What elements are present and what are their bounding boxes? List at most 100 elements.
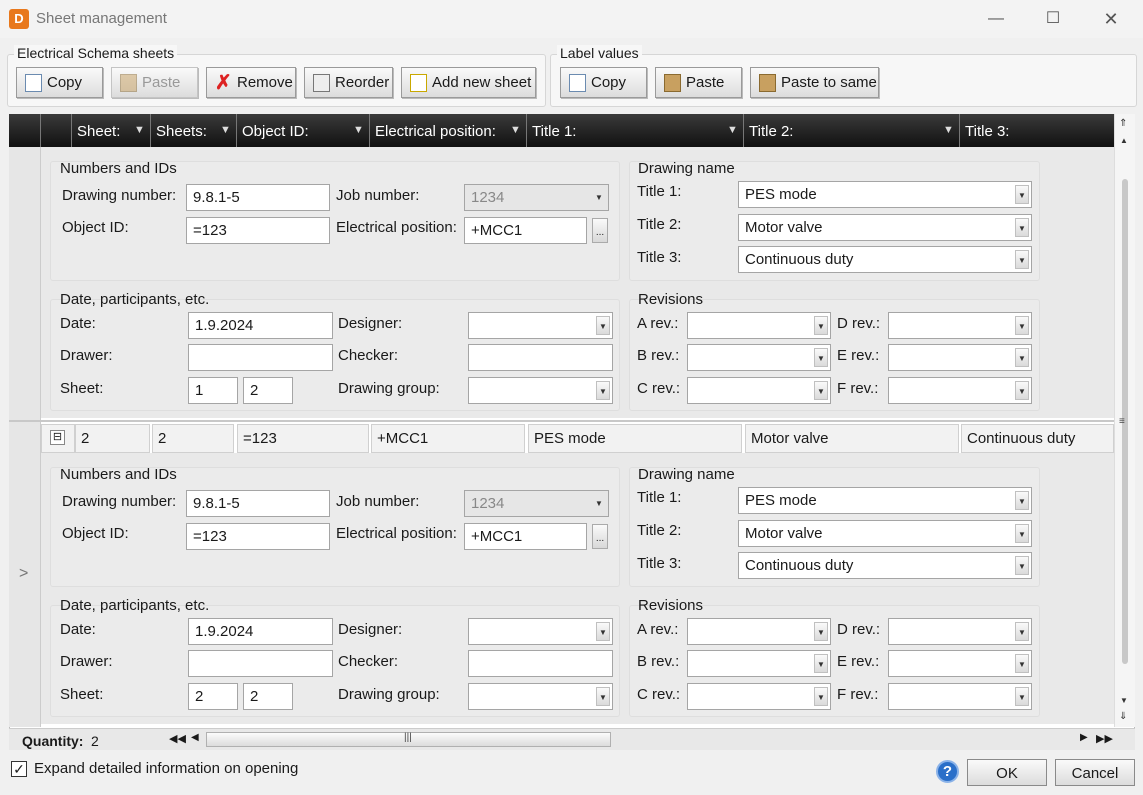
title2-select[interactable]: Motor valve ▼ xyxy=(738,520,1032,547)
paste-to-same-button[interactable]: Paste to same xyxy=(750,67,879,98)
ok-button[interactable]: OK xyxy=(967,759,1047,786)
scroll-last-icon[interactable]: ▶▶ xyxy=(1096,732,1113,745)
scroll-right-icon[interactable]: ▶ xyxy=(1080,732,1088,743)
chevron-down-icon[interactable]: ▼ xyxy=(814,687,828,706)
e-rev-select[interactable]: ▼ xyxy=(888,344,1032,371)
chevron-down-icon[interactable]: ▼ xyxy=(1015,218,1029,237)
scroll-bottom-icon[interactable]: ⇓ xyxy=(1119,711,1127,722)
browse-position-button[interactable]: ... xyxy=(592,218,608,243)
checker-input[interactable] xyxy=(468,650,613,677)
chevron-down-icon[interactable]: ▼ xyxy=(1015,687,1029,706)
chevron-down-icon[interactable]: ▼ xyxy=(596,381,610,400)
chevron-down-icon[interactable]: ▼ xyxy=(1015,622,1029,641)
designer-select[interactable]: ▼ xyxy=(468,312,613,339)
chevron-down-icon[interactable]: ▼ xyxy=(1015,556,1029,575)
chevron-down-icon[interactable]: ▼ xyxy=(1015,250,1029,269)
column-title2[interactable]: Title 2: ▼ xyxy=(744,114,960,147)
chevron-down-icon[interactable]: ▼ xyxy=(1015,348,1029,367)
filter-icon[interactable]: ▼ xyxy=(353,124,364,136)
vertical-scrollbar[interactable]: ⇑ ▲ ≡ ▼ ⇓ xyxy=(1114,114,1135,727)
scroll-top-icon[interactable]: ⇑ xyxy=(1119,118,1127,129)
a-rev-select[interactable]: ▼ xyxy=(687,618,831,645)
expand-checkbox[interactable]: ✓ xyxy=(11,761,27,777)
sheets-input[interactable]: 2 xyxy=(243,683,293,710)
paste-sheet-button[interactable]: Paste xyxy=(111,67,198,98)
filter-icon[interactable]: ▼ xyxy=(510,124,521,136)
column-title1[interactable]: Title 1: ▼ xyxy=(527,114,744,147)
remove-sheet-button[interactable]: ✗ Remove xyxy=(206,67,296,98)
table-cell-title1[interactable]: PES mode xyxy=(528,424,742,453)
chevron-down-icon[interactable]: ▼ xyxy=(814,348,828,367)
title1-select[interactable]: PES mode ▼ xyxy=(738,181,1032,208)
maximize-button[interactable]: ☐ xyxy=(1033,6,1073,32)
chevron-down-icon[interactable]: ▼ xyxy=(1015,654,1029,673)
drawing-group-select[interactable]: ▼ xyxy=(468,377,613,404)
sheet-input[interactable]: 1 xyxy=(188,377,238,404)
table-cell-sheet[interactable]: 2 xyxy=(75,424,150,453)
designer-select[interactable]: ▼ xyxy=(468,618,613,645)
object-id-input[interactable]: =123 xyxy=(186,523,330,550)
b-rev-select[interactable]: ▼ xyxy=(687,344,831,371)
chevron-down-icon[interactable]: ▼ xyxy=(814,622,828,641)
collapse-icon[interactable]: ⊟ xyxy=(50,430,65,445)
help-icon[interactable]: ? xyxy=(936,760,959,783)
cancel-button[interactable]: Cancel xyxy=(1055,759,1135,786)
b-rev-select[interactable]: ▼ xyxy=(687,650,831,677)
drawer-input[interactable] xyxy=(188,344,333,371)
electrical-position-input[interactable]: +MCC1 xyxy=(464,523,587,550)
paste-labels-button[interactable]: Paste xyxy=(655,67,742,98)
table-cell-title3[interactable]: Continuous duty xyxy=(961,424,1114,453)
e-rev-select[interactable]: ▼ xyxy=(888,650,1032,677)
filter-icon[interactable]: ▼ xyxy=(727,124,738,136)
title3-select[interactable]: Continuous duty ▼ xyxy=(738,552,1032,579)
table-cell-sheets[interactable]: 2 xyxy=(152,424,234,453)
copy-sheet-button[interactable]: Copy xyxy=(16,67,103,98)
a-rev-select[interactable]: ▼ xyxy=(687,312,831,339)
scroll-down-icon[interactable]: ▼ xyxy=(1120,696,1128,705)
chevron-down-icon[interactable]: ▼ xyxy=(1015,524,1029,543)
table-cell-electrical-position[interactable]: +MCC1 xyxy=(371,424,525,453)
close-button[interactable]: ✕ xyxy=(1091,6,1131,32)
chevron-down-icon[interactable]: ▼ xyxy=(1015,316,1029,335)
column-sheets[interactable]: Sheets: ▼ xyxy=(151,114,237,147)
f-rev-select[interactable]: ▼ xyxy=(888,377,1032,404)
chevron-down-icon[interactable]: ▼ xyxy=(1015,491,1029,510)
d-rev-select[interactable]: ▼ xyxy=(888,312,1032,339)
chevron-down-icon[interactable]: ▼ xyxy=(814,316,828,335)
copy-labels-button[interactable]: Copy xyxy=(560,67,647,98)
chevron-down-icon[interactable]: ▼ xyxy=(1015,381,1029,400)
drawing-number-input[interactable]: 9.8.1-5 xyxy=(186,184,330,211)
drawing-group-select[interactable]: ▼ xyxy=(468,683,613,710)
title3-select[interactable]: Continuous duty ▼ xyxy=(738,246,1032,273)
chevron-down-icon[interactable]: ▼ xyxy=(814,654,828,673)
c-rev-select[interactable]: ▼ xyxy=(687,377,831,404)
date-input[interactable]: 1.9.2024 xyxy=(188,618,333,645)
scroll-first-icon[interactable]: ◀◀ xyxy=(169,732,186,745)
add-sheet-button[interactable]: Add new sheet xyxy=(401,67,536,98)
reorder-button[interactable]: Reorder xyxy=(304,67,393,98)
job-number-select[interactable]: 1234 ▼ xyxy=(464,184,609,211)
job-number-select[interactable]: 1234 ▼ xyxy=(464,490,609,517)
table-cell-title2[interactable]: Motor valve xyxy=(745,424,959,453)
column-object-id[interactable]: Object ID: ▼ xyxy=(237,114,370,147)
object-id-input[interactable]: =123 xyxy=(186,217,330,244)
chevron-down-icon[interactable]: ▼ xyxy=(596,316,610,335)
title1-select[interactable]: PES mode ▼ xyxy=(738,487,1032,514)
c-rev-select[interactable]: ▼ xyxy=(687,683,831,710)
sheet-input[interactable]: 2 xyxy=(188,683,238,710)
scroll-up-icon[interactable]: ▲ xyxy=(1120,136,1128,145)
chevron-down-icon[interactable]: ▼ xyxy=(596,687,610,706)
electrical-position-input[interactable]: +MCC1 xyxy=(464,217,587,244)
title2-select[interactable]: Motor valve ▼ xyxy=(738,214,1032,241)
filter-icon[interactable]: ▼ xyxy=(134,124,145,136)
column-electrical-position[interactable]: Electrical position: ▼ xyxy=(370,114,527,147)
minimize-button[interactable]: — xyxy=(976,6,1016,32)
sheets-input[interactable]: 2 xyxy=(243,377,293,404)
drawer-input[interactable] xyxy=(188,650,333,677)
filter-icon[interactable]: ▼ xyxy=(220,124,231,136)
f-rev-select[interactable]: ▼ xyxy=(888,683,1032,710)
chevron-down-icon[interactable]: ▼ xyxy=(596,622,610,641)
chevron-down-icon[interactable]: ▼ xyxy=(1015,185,1029,204)
chevron-down-icon[interactable]: ▼ xyxy=(814,381,828,400)
column-sheet[interactable]: Sheet: ▼ xyxy=(72,114,151,147)
